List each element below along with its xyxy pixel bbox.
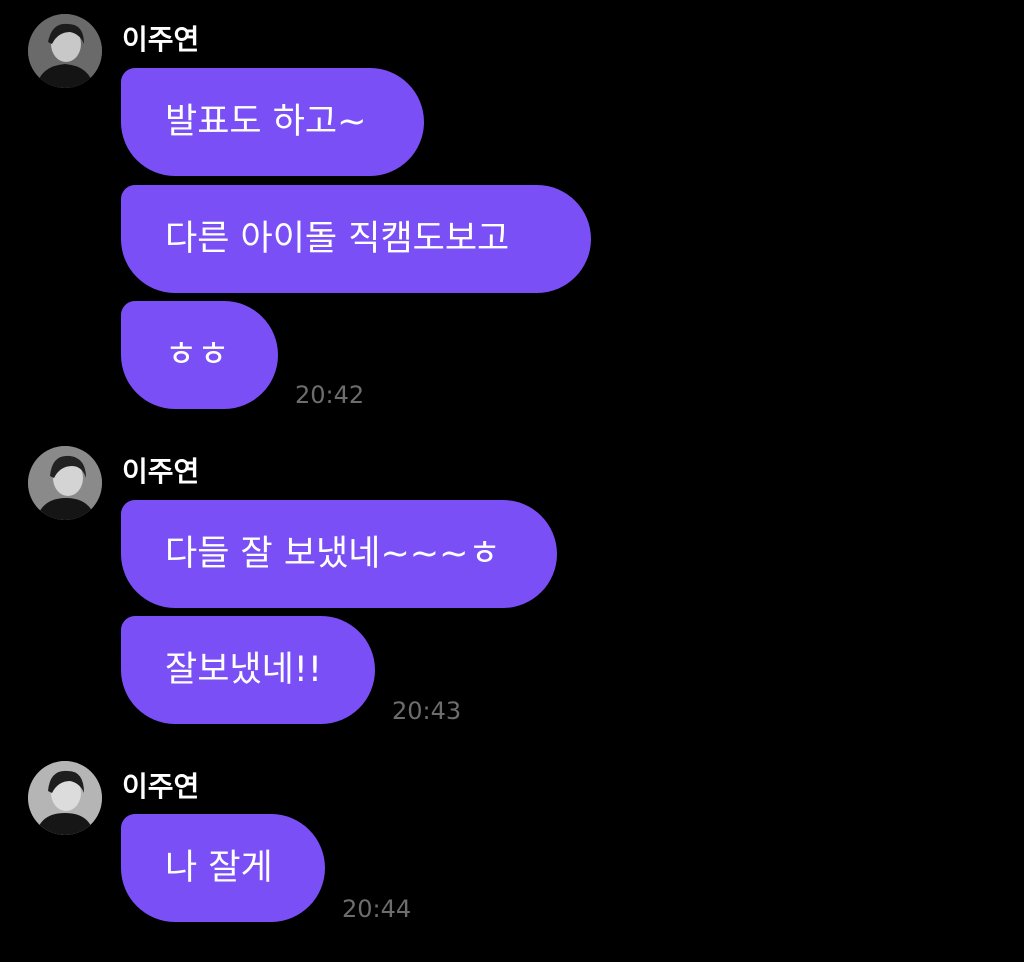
sender-avatar[interactable] (28, 14, 102, 88)
sender-avatar[interactable] (28, 446, 102, 520)
profile-photo-icon (28, 761, 102, 835)
sender-name: 이주연 (122, 770, 200, 803)
message-bubble[interactable]: ㅎㅎ (121, 301, 278, 409)
message-bubble[interactable]: 다른 아이돌 직캠도보고 (121, 185, 591, 293)
profile-photo-icon (28, 446, 102, 520)
message-bubble[interactable]: 잘보냈네!! (121, 616, 375, 724)
profile-photo-icon (28, 14, 102, 88)
sender-avatar[interactable] (28, 761, 102, 835)
message-timestamp: 20:43 (392, 697, 462, 725)
sender-name: 이주연 (122, 455, 200, 488)
message-timestamp: 20:42 (295, 381, 365, 409)
sender-name: 이주연 (122, 23, 200, 56)
message-bubble[interactable]: 나 잘게 (121, 814, 325, 922)
message-timestamp: 20:44 (342, 895, 412, 923)
message-bubble[interactable]: 발표도 하고~ (121, 68, 424, 176)
message-bubble[interactable]: 다들 잘 보냈네~~~ㅎ (121, 500, 557, 608)
